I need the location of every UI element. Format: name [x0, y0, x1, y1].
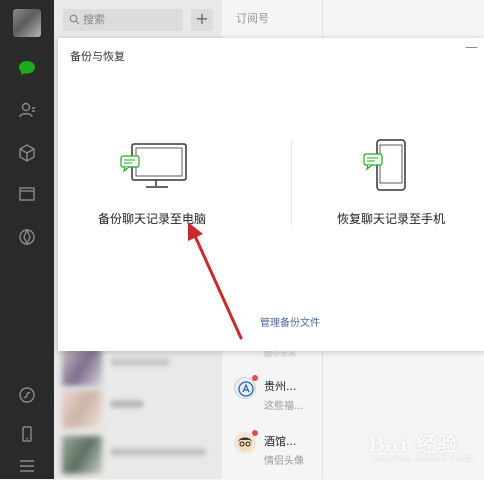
phone-icon[interactable] [17, 424, 37, 444]
moments-icon[interactable] [17, 227, 37, 247]
contacts-icon[interactable] [17, 100, 37, 120]
search-icon [69, 14, 80, 25]
user-avatar[interactable] [13, 9, 41, 37]
collections-icon[interactable] [17, 143, 37, 163]
row-preview: 情侣头像 [264, 456, 304, 467]
blurred-text [110, 448, 206, 456]
row-name: 酒馆... [264, 435, 297, 448]
baidu-watermark: Bai 经验 jingyan.baidu.com [368, 428, 478, 468]
list-item[interactable] [62, 436, 212, 474]
phone-device-icon [363, 139, 406, 191]
search-input[interactable]: 搜索 [63, 9, 183, 31]
chat-thumbnail [62, 348, 102, 386]
restore-to-phone-option[interactable]: 恢复聊天记录至手机 [337, 138, 445, 226]
list-item[interactable] [62, 348, 212, 386]
miniprogram-icon[interactable] [17, 385, 37, 405]
option-divider [291, 140, 292, 225]
backup-restore-dialog: 备份与恢复 — 备份聊天记录至电脑 恢复聊天记录至手机 管理备份文件 [58, 38, 484, 351]
row-preview: 这些福... [264, 401, 304, 412]
backup-to-pc-option[interactable]: 备份聊天记录至电脑 [98, 138, 206, 226]
backup-to-pc-label: 备份聊天记录至电脑 [98, 212, 207, 226]
unread-dot [252, 375, 258, 381]
restore-to-phone-label: 恢复聊天记录至手机 [337, 212, 446, 226]
sidebar [0, 0, 54, 479]
chat-thumbnail [62, 436, 102, 474]
blurred-text [110, 400, 144, 408]
files-icon[interactable] [17, 184, 37, 204]
subscriptions-title: 订阅号 [236, 12, 269, 25]
row-name: 贵州... [264, 380, 297, 393]
manage-backups-link[interactable]: 管理备份文件 [260, 314, 320, 329]
computer-icon [120, 143, 187, 188]
watermark-text: Bai 经验 [368, 432, 459, 456]
list-item[interactable] [62, 390, 212, 428]
search-placeholder: 搜索 [83, 13, 105, 26]
unread-dot [252, 430, 258, 436]
chat-icon[interactable] [17, 58, 37, 78]
dialog-title: 备份与恢复 [70, 50, 125, 63]
chat-thumbnail [62, 390, 102, 428]
watermark-sub: jingyan.baidu.com [372, 454, 473, 464]
menu-icon[interactable] [17, 456, 37, 476]
minimize-button[interactable]: — [465, 40, 478, 55]
add-button[interactable]: + [191, 9, 213, 31]
blurred-text [110, 358, 170, 366]
